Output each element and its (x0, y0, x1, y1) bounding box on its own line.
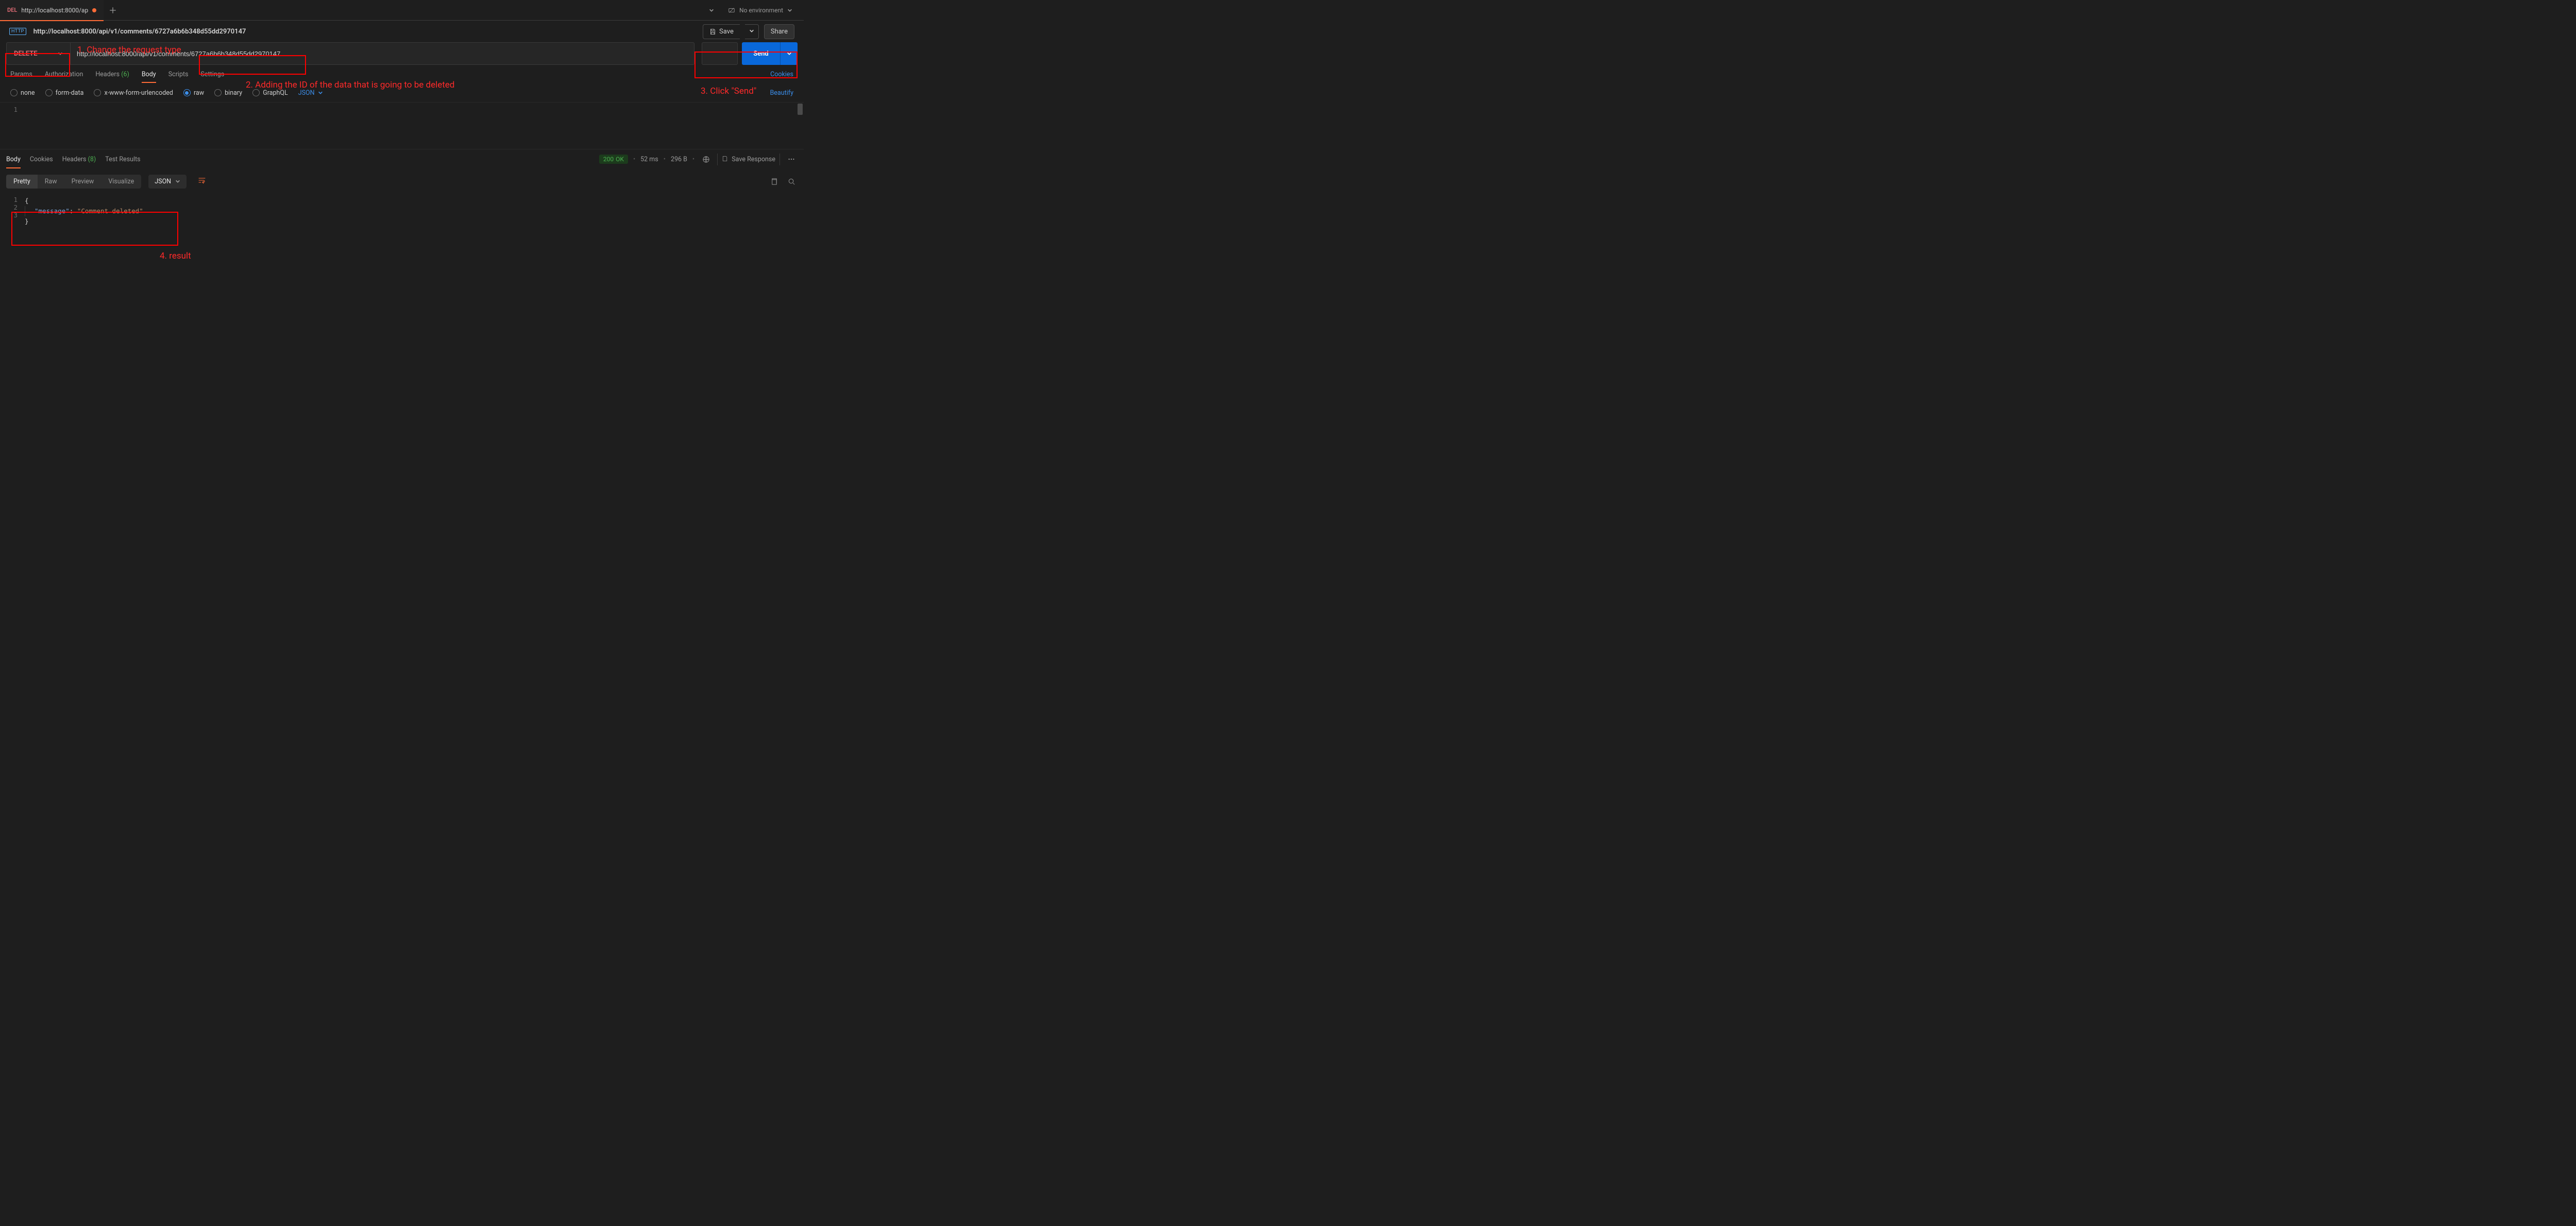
protocol-badge: HTTP (9, 28, 26, 35)
share-label: Share (771, 28, 788, 36)
chevron-down-icon (318, 90, 323, 95)
view-visualize[interactable]: Visualize (101, 175, 141, 189)
request-body-editor[interactable]: 1 (0, 102, 804, 149)
tab-title: http://localhost:8000/ap (21, 7, 88, 14)
search-icon (788, 178, 795, 185)
response-gutter: 1 2 3 (0, 194, 23, 227)
response-tab-body[interactable]: Body (6, 156, 21, 163)
status-code: 200 (603, 156, 614, 163)
search-response-button[interactable] (785, 175, 798, 188)
no-env-icon (728, 7, 735, 14)
response-tab-headers-count: (8) (88, 156, 96, 163)
response-tab-headers-label: Headers (62, 156, 87, 163)
environment-select[interactable]: No environment (723, 4, 798, 17)
response-body-editor[interactable]: 1 2 3 { "message": "Comment deleted" } (0, 194, 804, 227)
response-tab-cookies[interactable]: Cookies (30, 156, 53, 163)
wrap-lines-button[interactable] (194, 173, 210, 190)
http-method-value: DELETE (14, 50, 38, 58)
cookies-link[interactable]: Cookies (770, 71, 793, 78)
chevron-down-icon (787, 8, 792, 13)
status-chip: 200 OK (599, 155, 628, 164)
chevron-down-icon (58, 51, 63, 56)
send-button[interactable]: Send (742, 42, 780, 65)
body-type-binary[interactable]: binary (214, 89, 242, 97)
wrap-icon (198, 176, 206, 184)
request-tab[interactable]: DEL http://localhost:8000/ap (0, 0, 104, 21)
radio-icon (252, 89, 260, 96)
radio-icon (214, 89, 222, 96)
response-view-segment: Pretty Raw Preview Visualize (6, 175, 141, 189)
body-type-urlencoded[interactable]: x-www-form-urlencoded (94, 89, 173, 97)
view-preview[interactable]: Preview (64, 175, 101, 189)
response-format-select[interactable]: JSON (148, 175, 187, 189)
environment-label: No environment (739, 7, 783, 14)
chevron-down-icon (175, 179, 180, 184)
ellipsis-icon (788, 156, 795, 163)
body-type-none[interactable]: none (10, 89, 35, 97)
tab-headers-count: (6) (121, 71, 129, 78)
chevron-down-icon (749, 28, 754, 33)
chevron-down-icon (787, 51, 792, 56)
response-tab-tests[interactable]: Test Results (105, 156, 140, 163)
aux-button[interactable] (702, 42, 738, 65)
body-type-graphql[interactable]: GraphQL (252, 89, 288, 97)
save-icon (722, 156, 728, 162)
body-language-value: JSON (298, 89, 315, 97)
beautify-link[interactable]: Beautify (770, 89, 794, 97)
unsaved-dot-icon (92, 8, 96, 12)
save-icon (709, 28, 716, 35)
chevron-down-icon (709, 8, 714, 13)
tab-authorization[interactable]: Authorization (45, 71, 83, 78)
annotation-4: 4. result (160, 251, 191, 261)
editor-gutter: 1 (0, 103, 23, 149)
copy-response-button[interactable] (768, 175, 780, 188)
tab-settings[interactable]: Settings (201, 71, 225, 78)
response-code: { "message": "Comment deleted" } (23, 194, 804, 227)
body-language-select[interactable]: JSON (298, 89, 323, 97)
radio-icon (183, 89, 191, 96)
tab-scripts[interactable]: Scripts (168, 71, 189, 78)
tab-headers-label: Headers (95, 71, 120, 78)
share-button[interactable]: Share (764, 24, 794, 39)
send-options-button[interactable] (780, 42, 798, 65)
radio-icon (10, 89, 18, 96)
response-time: 52 ms (640, 156, 658, 163)
view-raw[interactable]: Raw (38, 175, 64, 189)
tab-headers[interactable]: Headers (6) (95, 71, 129, 78)
network-icon-button[interactable] (700, 153, 712, 165)
tab-body[interactable]: Body (142, 71, 156, 78)
radio-icon (45, 89, 53, 96)
tab-overflow-button[interactable] (705, 4, 718, 16)
scrollbar-thumb[interactable] (798, 104, 803, 115)
request-name[interactable]: http://localhost:8000/api/v1/comments/67… (33, 28, 246, 36)
new-tab-button[interactable] (104, 7, 122, 14)
tab-method-badge: DEL (7, 7, 17, 13)
url-input[interactable] (77, 50, 688, 58)
line-number: 1 (0, 196, 18, 203)
save-options-button[interactable] (745, 24, 759, 39)
line-number: 3 (0, 211, 18, 219)
send-label: Send (753, 50, 769, 58)
save-label: Save (719, 28, 734, 36)
globe-icon (702, 156, 710, 163)
body-type-form-data[interactable]: form-data (45, 89, 84, 97)
plus-icon (109, 7, 116, 14)
line-number: 2 (0, 203, 18, 211)
copy-icon (770, 178, 778, 185)
response-size: 296 B (671, 156, 687, 163)
response-tab-headers[interactable]: Headers (8) (62, 156, 96, 163)
response-format-value: JSON (155, 178, 171, 185)
tab-params[interactable]: Params (10, 71, 32, 78)
view-pretty[interactable]: Pretty (6, 175, 38, 189)
save-button[interactable]: Save (703, 24, 740, 39)
save-response-button[interactable]: Save Response (717, 154, 780, 165)
save-response-label: Save Response (732, 156, 775, 163)
status-text: OK (616, 156, 624, 163)
body-type-raw[interactable]: raw (183, 89, 204, 97)
line-number: 1 (0, 106, 18, 113)
response-more-button[interactable] (785, 153, 798, 165)
http-method-select[interactable]: DELETE (6, 42, 70, 65)
radio-icon (94, 89, 101, 96)
